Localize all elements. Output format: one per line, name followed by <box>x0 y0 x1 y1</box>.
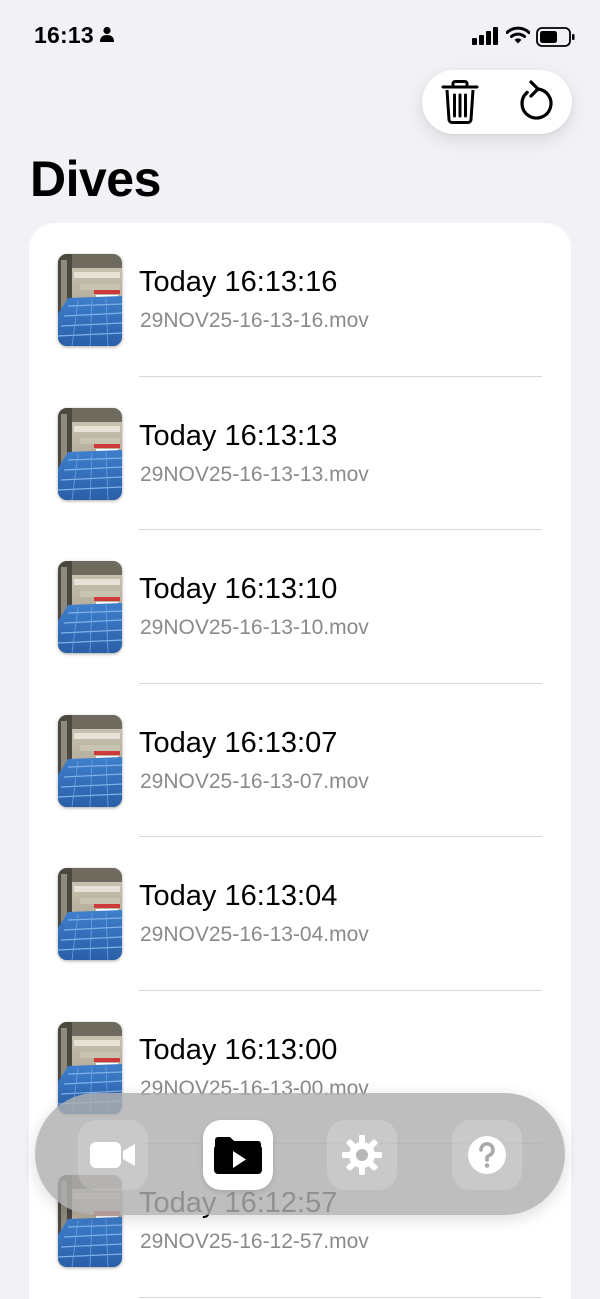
trash-icon <box>441 80 478 124</box>
dive-thumbnail <box>58 868 122 960</box>
list-item[interactable]: Today 16:13:04 29NOV25-16-13-04.mov <box>29 837 571 991</box>
video-camera-icon <box>90 1142 135 1168</box>
tab-record[interactable] <box>78 1120 148 1190</box>
dive-title: Today 16:13:16 <box>139 266 338 298</box>
status-time: 16:13 <box>34 22 94 48</box>
dive-filename: 29NOV25-16-13-07.mov <box>140 769 369 793</box>
dive-filename: 29NOV25-16-13-10.mov <box>140 616 369 639</box>
page-title: Dives <box>30 151 161 207</box>
list-item[interactable]: Today 16:13:13 29NOV25-16-13-13.mov <box>29 377 571 530</box>
list-item[interactable]: Today 16:13:10 29NOV25-16-13-10.mov <box>29 530 571 684</box>
dive-filename: 29NOV25-16-12-57.mov <box>140 1230 369 1253</box>
dive-title: Today 16:13:00 <box>139 1033 338 1066</box>
delete-button[interactable] <box>422 70 497 134</box>
status-bar: 16:13 <box>0 0 600 70</box>
list-item[interactable]: Today 16:13:07 29NOV25-16-13-07.mov <box>29 684 571 837</box>
refresh-button[interactable] <box>497 70 572 134</box>
dive-title: Today 16:13:10 <box>139 573 338 605</box>
dive-thumbnail <box>58 561 122 653</box>
dive-filename: 29NOV25-16-13-13.mov <box>140 462 369 486</box>
dive-thumbnail <box>58 715 122 807</box>
person-icon <box>99 26 115 47</box>
gear-icon <box>342 1135 382 1175</box>
question-icon <box>468 1136 506 1174</box>
tab-help[interactable] <box>452 1120 522 1190</box>
play-folder-icon <box>214 1137 262 1174</box>
tab-settings[interactable] <box>327 1120 397 1190</box>
dive-title: Today 16:13:04 <box>139 880 338 912</box>
refresh-icon <box>519 80 553 120</box>
toolbar-actions <box>422 70 572 134</box>
battery-icon <box>536 27 576 52</box>
wifi-icon <box>505 26 531 49</box>
dive-filename: 29NOV25-16-13-04.mov <box>140 923 369 946</box>
list-item[interactable]: Today 16:13:16 29NOV25-16-13-16.mov <box>29 223 571 377</box>
cellular-signal-icon <box>472 27 500 50</box>
dive-filename: 29NOV25-16-13-16.mov <box>140 309 369 332</box>
dive-thumbnail <box>58 254 122 346</box>
dive-title: Today 16:13:13 <box>139 419 338 452</box>
tab-dives[interactable] <box>203 1120 273 1190</box>
dive-title: Today 16:13:07 <box>139 726 338 759</box>
divider <box>139 1296 542 1298</box>
dive-thumbnail <box>58 408 122 500</box>
tab-bar <box>35 1093 565 1215</box>
